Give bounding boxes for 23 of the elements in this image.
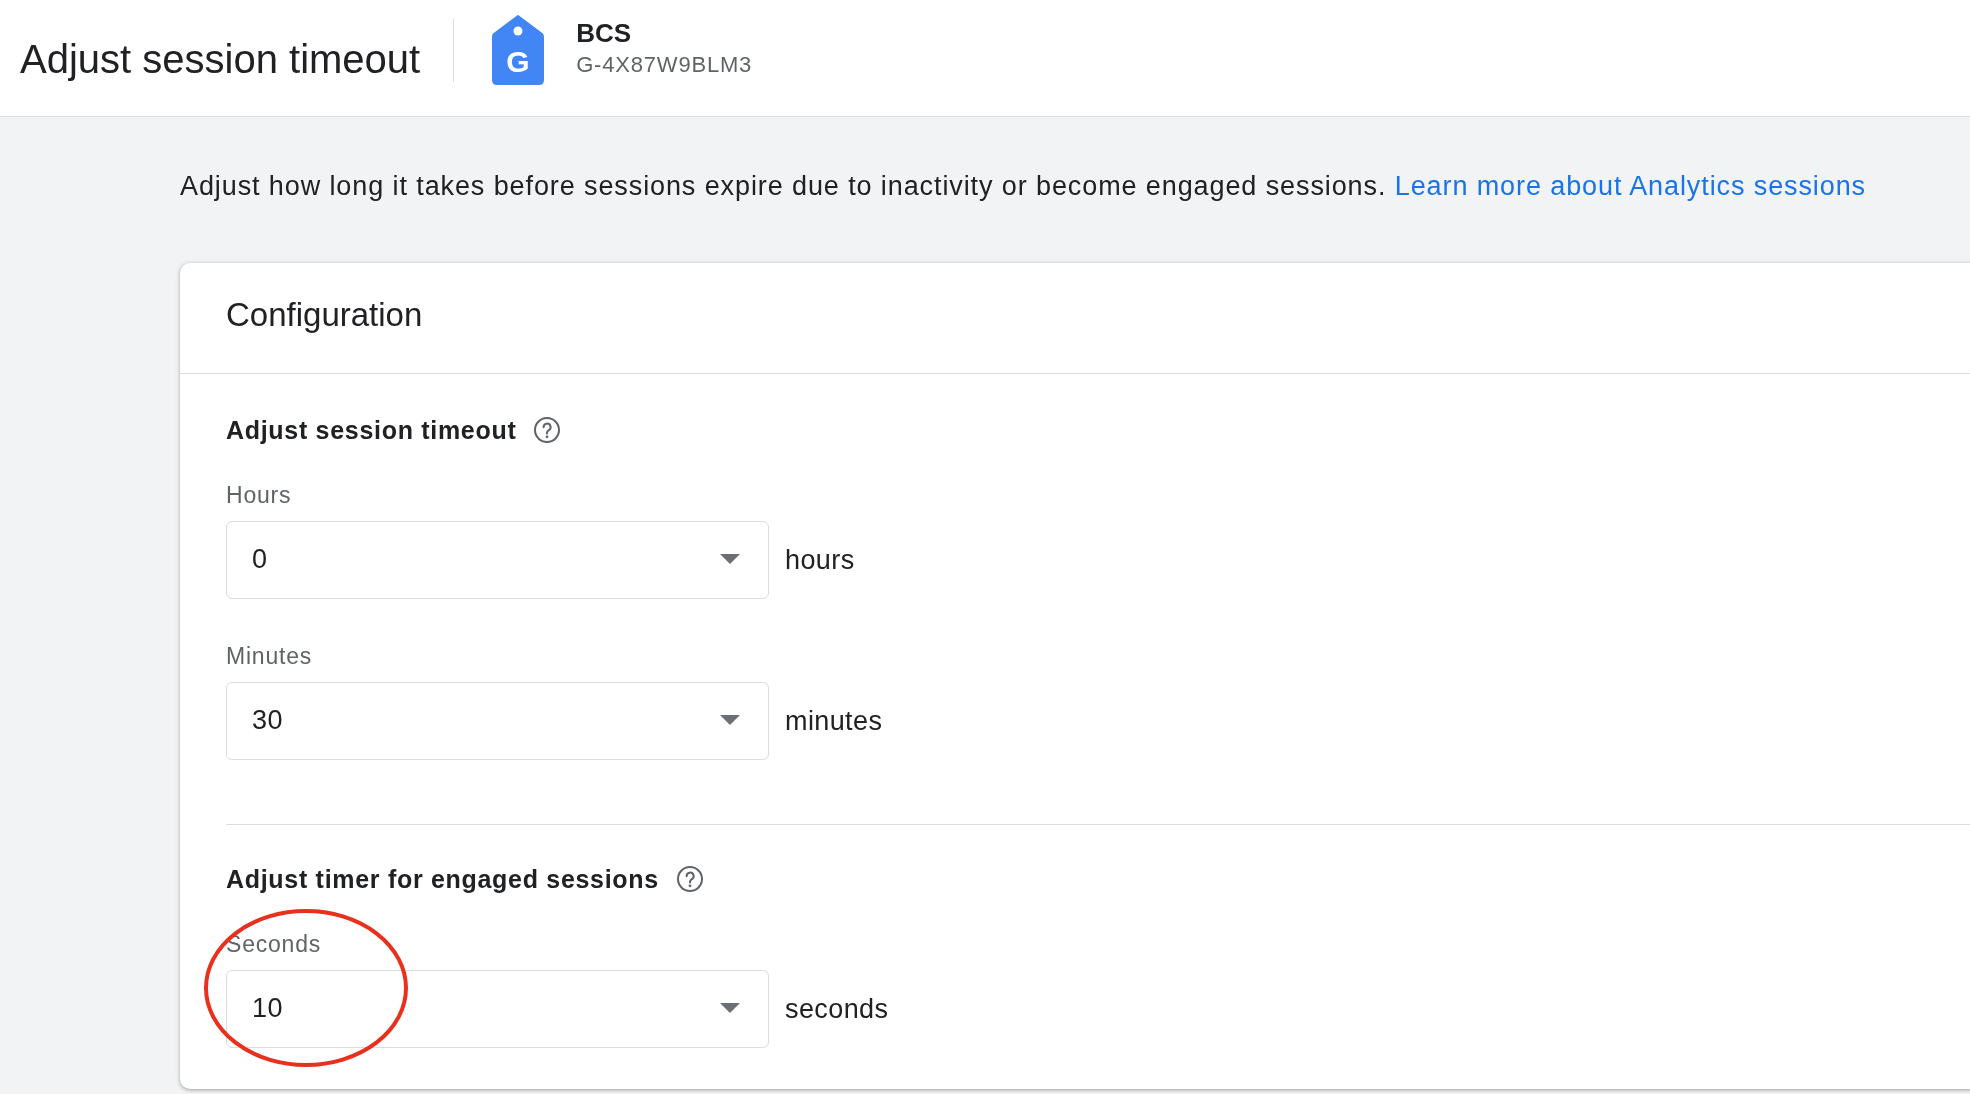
unit-label: minutes bbox=[785, 705, 883, 737]
section-heading: Adjust session timeout bbox=[226, 415, 517, 446]
select-dropdown[interactable]: 10 bbox=[226, 970, 769, 1048]
description-text: Adjust how long it takes before sessions expire due to inactivity or become engaged sessions. Learn more about Analytics sessions bbox=[180, 170, 1867, 203]
property-name: BCS bbox=[576, 18, 633, 48]
select-dropdown[interactable]: 0 bbox=[226, 521, 769, 599]
unit-label: hours bbox=[785, 544, 855, 576]
help-icon[interactable] bbox=[533, 416, 562, 444]
caret-icon bbox=[720, 554, 740, 564]
caret-icon bbox=[720, 1003, 740, 1013]
tag-icon: G bbox=[491, 14, 546, 86]
select-dropdown[interactable]: 30 bbox=[226, 682, 769, 760]
field-label: Minutes bbox=[226, 642, 313, 670]
caret-icon bbox=[720, 715, 740, 725]
field-label: Seconds bbox=[226, 930, 322, 958]
page-title: Adjust session timeout bbox=[20, 36, 421, 82]
card-title: Configuration bbox=[180, 263, 1970, 374]
learn-more-link[interactable]: Learn more about Analytics sessions bbox=[1394, 171, 1866, 201]
property-id: G-4X87W9BLM3 bbox=[576, 51, 753, 79]
unit-label: seconds bbox=[785, 993, 889, 1025]
help-icon[interactable] bbox=[675, 865, 704, 893]
section-heading: Adjust timer for engaged sessions bbox=[226, 864, 659, 895]
field-label: Hours bbox=[226, 481, 292, 509]
